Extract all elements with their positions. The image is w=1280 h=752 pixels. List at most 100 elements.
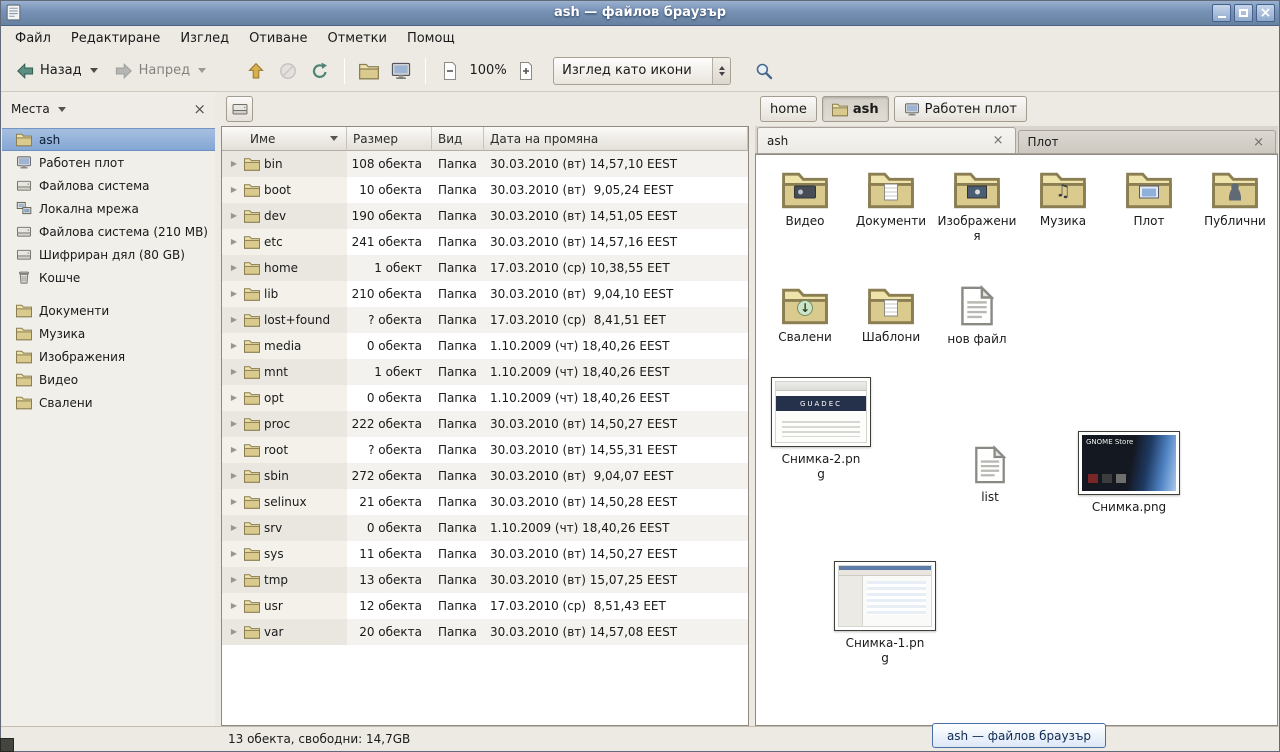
table-row-usr[interactable]: usr12 обектаПапка17.03.2010 (ср) 8,51,43… [222,593,748,619]
expander-icon[interactable] [228,394,240,402]
table-row-proc[interactable]: proc222 обектаПапка30.03.2010 (вт) 14,50… [222,411,748,437]
zoom-out-button[interactable] [435,54,465,88]
sidebar-item-video[interactable]: Видео [2,368,215,391]
menu-go[interactable]: Отиване [240,28,316,49]
menu-view[interactable]: Изглед [171,28,238,49]
table-row-sys[interactable]: sys11 обектаПапка30.03.2010 (вт) 14,50,2… [222,541,748,567]
table-row-bin[interactable]: bin108 обектаПапка30.03.2010 (вт) 14,57,… [222,151,748,177]
menu-help[interactable]: Помощ [398,28,464,49]
pathbar-ash-button[interactable]: ash [822,96,889,122]
icon-view[interactable]: ВидеоДокументиИзображенияМузикаПлотПубли… [755,154,1278,726]
expander-icon[interactable] [228,342,240,350]
folder-list-body[interactable]: bin108 обектаПапка30.03.2010 (вт) 14,57,… [222,151,748,725]
file-snimka-2[interactable]: GUADECСнимка-2.png [766,377,876,482]
zoom-in-button[interactable] [511,54,541,88]
sidebar-item-downloads[interactable]: Свалени [2,391,215,414]
close-button[interactable] [1256,4,1275,22]
icon-templates[interactable]: Шаблони [850,285,932,347]
expander-icon[interactable] [228,446,240,454]
pathbar-home-button[interactable]: home [760,96,817,122]
stop-button[interactable] [273,54,303,88]
icon-video[interactable]: Видео [764,169,846,244]
table-row-root[interactable]: root? обектаПапка30.03.2010 (вт) 14,55,3… [222,437,748,463]
file-list[interactable]: list [952,445,1028,505]
expander-icon[interactable] [228,316,240,324]
expander-icon[interactable] [228,264,240,272]
sidebar-item-filesystem[interactable]: Файлова система [2,174,215,197]
icon-documents[interactable]: Документи [850,169,932,244]
column-header-type[interactable]: Вид [432,127,484,151]
expander-icon[interactable] [228,498,240,506]
table-row-tmp[interactable]: tmp13 обектаПапка30.03.2010 (вт) 15,07,2… [222,567,748,593]
expander-icon[interactable] [228,290,240,298]
menu-file[interactable]: Файл [6,28,60,49]
expander-icon[interactable] [228,576,240,584]
expander-icon[interactable] [228,238,240,246]
folder-list-view[interactable]: ИмеРазмерВидДата на промяна bin108 обект… [221,126,749,726]
column-header-name[interactable]: Име [222,127,347,151]
sidebar-item-music[interactable]: Музика [2,322,215,345]
file-snimka[interactable]: GNOME StoreСнимка.png [1070,431,1188,515]
sidebar-item-desktop[interactable]: Работен плот [2,151,215,174]
maximize-button[interactable] [1234,4,1253,22]
tab-plot[interactable]: Плот [1018,130,1277,153]
expander-icon[interactable] [228,550,240,558]
computer-button[interactable] [386,54,416,88]
table-row-boot[interactable]: boot10 обектаПапка30.03.2010 (вт) 9,05,2… [222,177,748,203]
icon-downloads[interactable]: Свалени [764,285,846,347]
table-row-var[interactable]: var20 обектаПапка30.03.2010 (вт) 14,57,0… [222,619,748,645]
expander-icon[interactable] [228,368,240,376]
taskbar-window-button[interactable]: ash — файлов браузър [932,723,1106,748]
expander-icon[interactable] [228,160,240,168]
forward-button[interactable]: Напред [107,54,213,88]
column-header-size[interactable]: Размер [347,127,432,151]
tab-close-icon[interactable] [991,134,1006,147]
up-button[interactable] [241,54,271,88]
column-header-date[interactable]: Дата на промяна [484,127,748,151]
icon-pictures[interactable]: Изображения [936,169,1018,244]
table-row-home[interactable]: home1 обектПапка17.03.2010 (ср) 10,38,55… [222,255,748,281]
table-row-etc[interactable]: etc241 обектаПапка30.03.2010 (вт) 14,57,… [222,229,748,255]
table-row-media[interactable]: media0 обектаПапка1.10.2009 (чт) 18,40,2… [222,333,748,359]
pathbar-root-button[interactable] [226,96,253,122]
file-snimka-1[interactable]: Снимка-1.png [826,561,944,666]
icon-desktop[interactable]: Плот [1108,169,1190,244]
pathbar-desktop-button[interactable]: Работен плот [894,96,1027,122]
table-row-selinux[interactable]: selinux21 обектаПапка30.03.2010 (вт) 14,… [222,489,748,515]
table-row-lib[interactable]: lib210 обектаПапка30.03.2010 (вт) 9,04,1… [222,281,748,307]
reload-button[interactable] [305,54,335,88]
titlebar[interactable]: ash — файлов браузър [0,0,1280,26]
home-button[interactable] [354,54,384,88]
back-history-chevron-icon[interactable] [90,68,98,73]
search-button[interactable] [749,54,779,88]
expander-icon[interactable] [228,420,240,428]
table-row-opt[interactable]: opt0 обектаПапка1.10.2009 (чт) 18,40,26 … [222,385,748,411]
table-row-dev[interactable]: dev190 обектаПапка30.03.2010 (вт) 14,51,… [222,203,748,229]
menu-edit[interactable]: Редактиране [62,28,169,49]
sidebar-dropdown-icon[interactable] [58,107,66,112]
icon-new-file[interactable]: нов файл [936,285,1018,347]
table-row-sbin[interactable]: sbin272 обектаПапка30.03.2010 (вт) 9,04,… [222,463,748,489]
minimize-button[interactable] [1212,4,1231,22]
expander-icon[interactable] [228,472,240,480]
sidebar-item-ash[interactable]: ash [2,128,215,151]
menu-bookmarks[interactable]: Отметки [318,28,395,49]
sidebar-item-documents[interactable]: Документи [2,299,215,322]
table-row-lost+found[interactable]: lost+found? обектаПапка17.03.2010 (ср) 8… [222,307,748,333]
icon-music[interactable]: Музика [1022,169,1104,244]
expander-icon[interactable] [228,186,240,194]
tab-ash[interactable]: ash [757,127,1016,153]
table-row-srv[interactable]: srv0 обектаПапка1.10.2009 (чт) 18,40,26 … [222,515,748,541]
sidebar-item-trash[interactable]: Кошче [2,266,215,289]
expander-icon[interactable] [228,212,240,220]
expander-icon[interactable] [228,628,240,636]
sidebar-item-pictures[interactable]: Изображения [2,345,215,368]
sidebar-item-encrypted-80[interactable]: Шифриран дял (80 GB) [2,243,215,266]
back-button[interactable]: Назад [8,54,105,88]
tab-close-icon[interactable] [1251,136,1266,149]
panel-corner-button[interactable] [0,738,14,752]
sidebar-close-button[interactable] [193,102,206,117]
icon-public[interactable]: Публични [1194,169,1276,244]
sidebar-item-network[interactable]: Локална мрежа [2,197,215,220]
sidebar-item-filesystem-210[interactable]: Файлова система (210 MB) [2,220,215,243]
